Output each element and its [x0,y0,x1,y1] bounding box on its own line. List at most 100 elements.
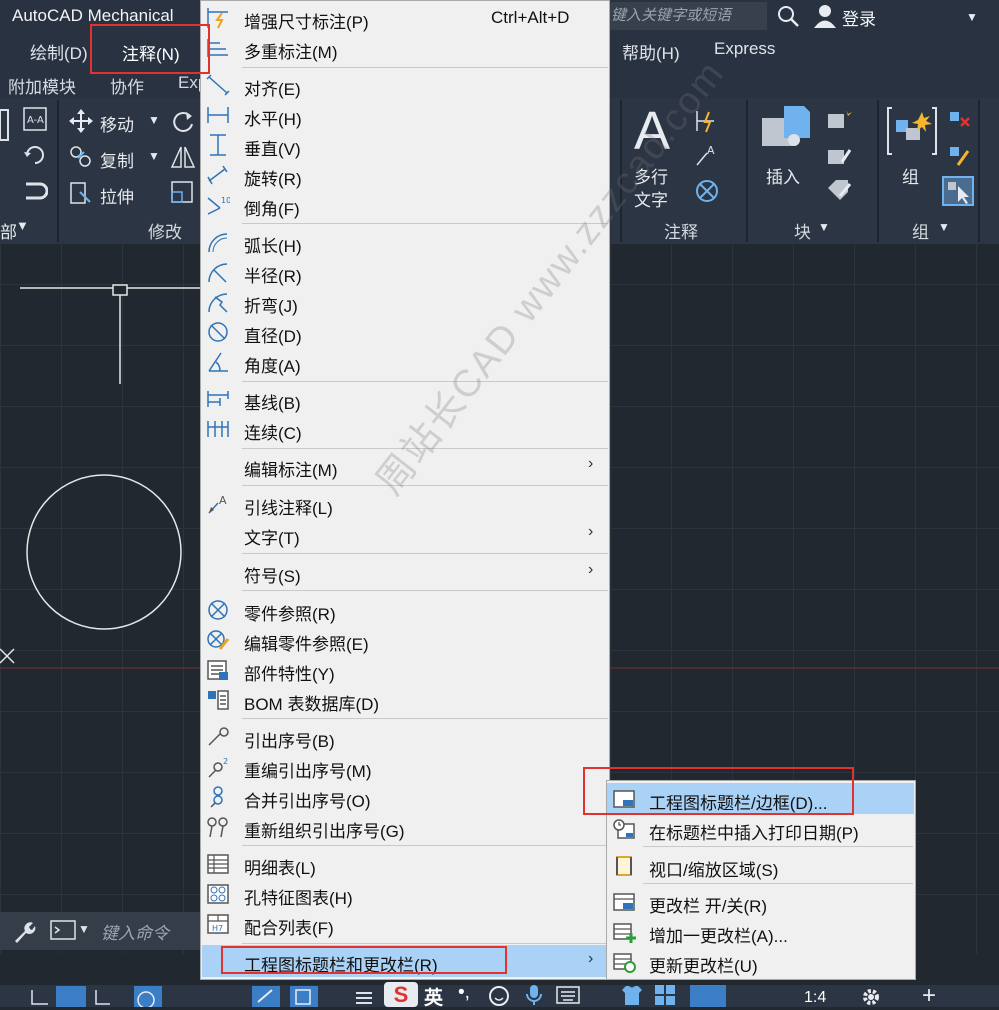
lineweight-icon[interactable] [354,988,374,1006]
stretch-button[interactable]: 拉伸 [100,183,134,208]
menu-item-merge-balloon[interactable]: 合并引出序号(O) [200,782,610,812]
menu-label: 符号(S) [244,567,301,586]
scale-icon[interactable] [170,180,196,206]
menu-item-text[interactable]: 文字(T) › [200,519,610,549]
copy-button[interactable]: 复制 [100,147,134,172]
plus-icon[interactable]: + [922,982,936,1010]
ungroup-icon[interactable] [946,108,972,134]
insert-block-icon[interactable] [760,104,812,156]
menu-item-part-reference[interactable]: 零件参照(R) [200,595,610,625]
ime-voice-icon[interactable] [524,984,544,1006]
insert-button[interactable]: 插入 [766,163,800,188]
move-icon[interactable] [68,108,94,134]
move-button[interactable]: 移动 [100,111,134,136]
magnet-icon[interactable] [22,178,48,204]
panel-expand-icon[interactable]: ▼ [938,220,950,234]
rotate-ccw-icon[interactable] [22,142,48,168]
ime-skin-icon[interactable] [620,984,644,1006]
gear-icon[interactable] [860,986,882,1008]
polar-icon[interactable] [134,986,162,1007]
menu-label: 零件参照(R) [244,605,336,624]
menu-item-horizontal[interactable]: 水平(H) [200,100,610,130]
menu-item-chamfer[interactable]: 10 倒角(F) [200,190,610,220]
menu-item-component-properties[interactable]: 部件特性(Y) [200,655,610,685]
menu-item-fits-list[interactable]: H7 配合列表(F) [200,909,610,939]
otrack-icon[interactable] [290,986,318,1007]
menu-item-angular[interactable]: 角度(A) [200,347,610,377]
menu-item-bom-database[interactable]: BOM 表数据库(D) [200,685,610,715]
menu-item-reorganize-balloon[interactable]: 重新组织引出序号(G) [200,812,610,842]
group-edit-icon[interactable] [946,143,972,169]
menu-item-baseline[interactable]: 基线(B) [200,384,610,414]
menu-annotate[interactable]: 注释(N) [90,24,210,74]
annotation-visibility-toggle[interactable] [690,985,726,1007]
ime-punctuation-icon[interactable]: •, [458,982,470,1004]
ortho-icon[interactable] [92,988,112,1006]
caret-down-icon[interactable]: ▼ [966,10,978,24]
menu-item-vertical[interactable]: 垂直(V) [200,130,610,160]
menu-label: 引出序号(B) [244,732,335,751]
menu-item-hole-chart[interactable]: 孔特征图表(H) [200,879,610,909]
login-button[interactable]: 登录 [842,5,876,30]
command-prompt-icon[interactable] [50,920,76,940]
create-block-icon[interactable] [826,108,852,134]
grid-icon[interactable] [30,988,50,1006]
add-revision-icon [613,923,636,943]
ime-language-label[interactable]: 英 [424,983,443,1010]
tab-addins[interactable]: 附加模块 [8,73,76,98]
menu-item-symbol[interactable]: 符号(S) › [200,557,610,587]
ime-keyboard-icon[interactable] [556,986,580,1004]
submenu-item-insert-plot-date[interactable]: 在标题栏中插入打印日期(P) [606,814,916,844]
osnap-icon[interactable] [252,986,280,1007]
command-input[interactable]: 键入命令 [101,919,169,944]
ime-logo-icon[interactable]: S [384,982,418,1007]
submenu-item-revision-toggle[interactable]: 更改栏 开/关(R) [606,887,916,917]
menu-help[interactable]: 帮助(H) [622,39,680,64]
menu-label: 配合列表(F) [244,919,334,938]
move-dropdown-icon[interactable]: ▼ [148,113,160,127]
block-attribute-icon[interactable] [826,178,852,204]
copy-dropdown-icon[interactable]: ▼ [148,149,160,163]
search-input[interactable]: 键入关键字或短语 [605,2,767,30]
menu-item-aligned[interactable]: 对齐(E) [200,70,610,100]
menu-item-balloon[interactable]: 引出序号(B) [200,722,610,752]
wrench-icon[interactable] [12,920,36,944]
group-select-icon[interactable] [942,176,974,206]
menu-express[interactable]: Express [714,39,775,59]
menu-item-diameter[interactable]: 直径(D) [200,317,610,347]
table-icon[interactable] [694,178,720,204]
group-icon[interactable] [886,106,938,156]
menu-item-renumber-balloon[interactable]: 2 重编引出序号(M) [200,752,610,782]
menu-draw[interactable]: 绘制(D) [30,39,88,64]
snap-toggle[interactable] [56,986,86,1007]
rotate-icon[interactable] [170,108,196,134]
menu-label: 垂直(V) [244,140,301,159]
copy-icon[interactable] [68,144,94,170]
partial-tool-icon[interactable] [0,108,10,142]
panel-expand-icon[interactable]: ▼ [16,218,29,233]
command-history-dropdown-icon[interactable]: ▼ [78,922,90,936]
menu-item-rotated[interactable]: 旋转(R) [200,160,610,190]
ime-toolbox-icon[interactable] [654,984,676,1006]
submenu-item-update-revision[interactable]: 更新更改栏(U) [606,947,916,977]
group-button[interactable]: 组 [902,163,919,188]
submenu-item-add-revision[interactable]: 增加一更改栏(A)... [606,917,916,947]
menu-item-parts-list[interactable]: 明细表(L) [200,849,610,879]
search-icon[interactable] [776,4,800,28]
leader-icon[interactable]: A [694,142,720,168]
tab-collaborate[interactable]: 协作 [110,73,144,98]
stretch-icon[interactable] [68,180,94,206]
mirror-icon[interactable] [170,144,196,170]
menu-item-edit-part-reference[interactable]: 编辑零件参照(E) [200,625,610,655]
menu-item-multi-dimension[interactable]: 多重标注(M) [200,33,610,63]
ime-emoji-icon[interactable] [488,985,510,1007]
edit-block-icon[interactable] [826,144,852,170]
menu-item-enhanced-dimension[interactable]: 增强尺寸标注(P) Ctrl+Alt+D [200,3,610,33]
user-icon[interactable] [812,3,838,29]
annotation-scale[interactable]: 1:4 [804,989,826,1007]
submenu-item-viewport-zoom[interactable]: 视口/缩放区域(S) [606,851,916,881]
text-align-icon[interactable]: A-A [22,106,48,132]
panel-expand-icon[interactable]: ▼ [818,220,830,234]
menu-separator [242,67,608,68]
continue-icon [207,421,229,437]
